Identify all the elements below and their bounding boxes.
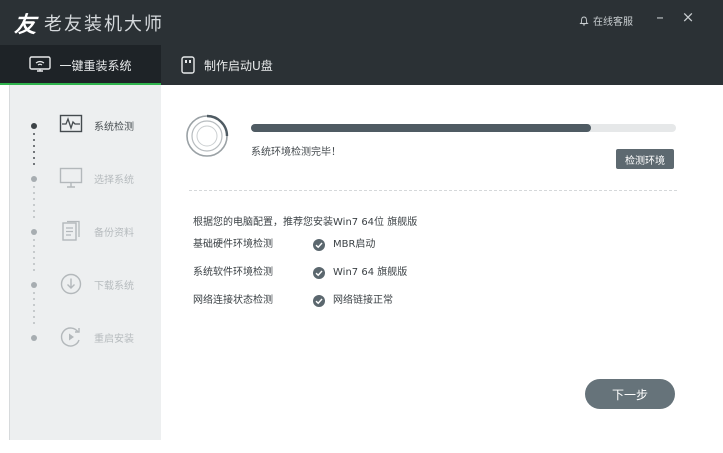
check-circle-icon	[313, 239, 325, 251]
tab-make-usb[interactable]: 制作启动U盘	[180, 45, 273, 85]
step-connector-dot	[33, 145, 35, 147]
logo-icon: 友	[14, 12, 39, 38]
step-dot	[31, 176, 37, 182]
online-service-link[interactable]: 在线客服	[579, 13, 633, 28]
step-label: 重启安装	[94, 334, 134, 345]
step-dot	[31, 229, 37, 235]
monitor-icon	[58, 166, 84, 190]
recommendation-text: 根据您的电脑配置，推荐您安装Win7 64位 旗舰版	[193, 217, 418, 228]
step-system-check[interactable]: 系统检测	[10, 110, 162, 140]
step-connector-dot	[33, 263, 35, 265]
step-connector-dot	[33, 304, 35, 306]
check-row-network: 网络连接状态检测 网络链接正常	[193, 293, 593, 309]
step-connector-dot	[33, 210, 35, 212]
step-connector-dot	[33, 257, 35, 259]
check-value: Win7 64 旗舰版	[333, 267, 408, 278]
step-label: 系统检测	[94, 122, 134, 133]
step-sidebar: 系统检测 选择系统 备份资料 下载系统 重启安装	[9, 85, 162, 440]
step-connector-dot	[33, 198, 35, 200]
check-value: 网络链接正常	[333, 295, 393, 306]
step-dot	[31, 123, 37, 129]
app-logo: 友 老友装机大师	[14, 7, 164, 39]
step-label: 选择系统	[94, 175, 134, 186]
step-connector-dot	[33, 316, 35, 318]
usb-icon	[181, 56, 195, 74]
tab-label: 制作启动U盘	[204, 58, 273, 73]
monitor-icon	[29, 56, 52, 72]
minimize-button[interactable]: –	[651, 8, 669, 26]
section-divider	[189, 190, 677, 191]
bell-icon	[579, 16, 589, 25]
document-icon	[58, 219, 84, 243]
step-connector-dot	[33, 157, 35, 159]
check-label: 网络连接状态检测	[193, 295, 273, 306]
step-restart-install[interactable]: 重启安装	[10, 322, 162, 352]
step-label: 备份资料	[94, 228, 134, 239]
progress-bar-fill	[251, 124, 591, 132]
step-select-system[interactable]: 选择系统	[10, 163, 162, 193]
progress-bar	[251, 124, 676, 132]
step-connector-dot	[33, 310, 35, 312]
app-title: 老友装机大师	[44, 14, 165, 35]
next-step-button[interactable]: 下一步	[585, 379, 675, 409]
step-label: 下载系统	[94, 281, 134, 292]
close-button[interactable]: ×	[679, 8, 697, 26]
step-connector-dot	[33, 251, 35, 253]
download-icon	[58, 272, 84, 296]
check-value: MBR启动	[333, 239, 376, 250]
check-label: 基础硬件环境检测	[193, 239, 273, 250]
step-connector-dot	[33, 151, 35, 153]
check-row-software: 系统软件环境检测 Win7 64 旗舰版	[193, 265, 593, 281]
app-window: 友 老友装机大师 在线客服 – × 一键重装系统 制作启动U盘 系统检测 选择系…	[0, 0, 723, 453]
step-dot	[31, 335, 37, 341]
check-label: 系统软件环境检测	[193, 267, 273, 278]
loading-spinner-icon	[185, 114, 229, 158]
check-environment-button[interactable]: 检测环境	[616, 149, 674, 169]
check-row-hardware: 基础硬件环境检测 MBR启动	[193, 237, 593, 253]
check-circle-icon	[313, 295, 325, 307]
restart-icon	[58, 325, 84, 349]
step-backup-data[interactable]: 备份资料	[10, 216, 162, 246]
title-bar: 友 老友装机大师 在线客服 – × 一键重装系统 制作启动U盘	[0, 0, 723, 85]
check-circle-icon	[313, 267, 325, 279]
step-connector-dot	[33, 204, 35, 206]
window-bottom-edge	[0, 440, 723, 453]
step-download-system[interactable]: 下载系统	[10, 269, 162, 299]
pulse-monitor-icon	[58, 113, 84, 137]
tab-label: 一键重装系统	[59, 58, 132, 73]
tab-one-click-reinstall[interactable]: 一键重装系统	[0, 45, 161, 85]
step-dot	[31, 282, 37, 288]
status-text: 系统环境检测完毕！	[251, 147, 341, 158]
online-service-label: 在线客服	[593, 17, 633, 28]
main-panel: 系统环境检测完毕！ 检测环境 根据您的电脑配置，推荐您安装Win7 64位 旗舰…	[161, 85, 723, 440]
